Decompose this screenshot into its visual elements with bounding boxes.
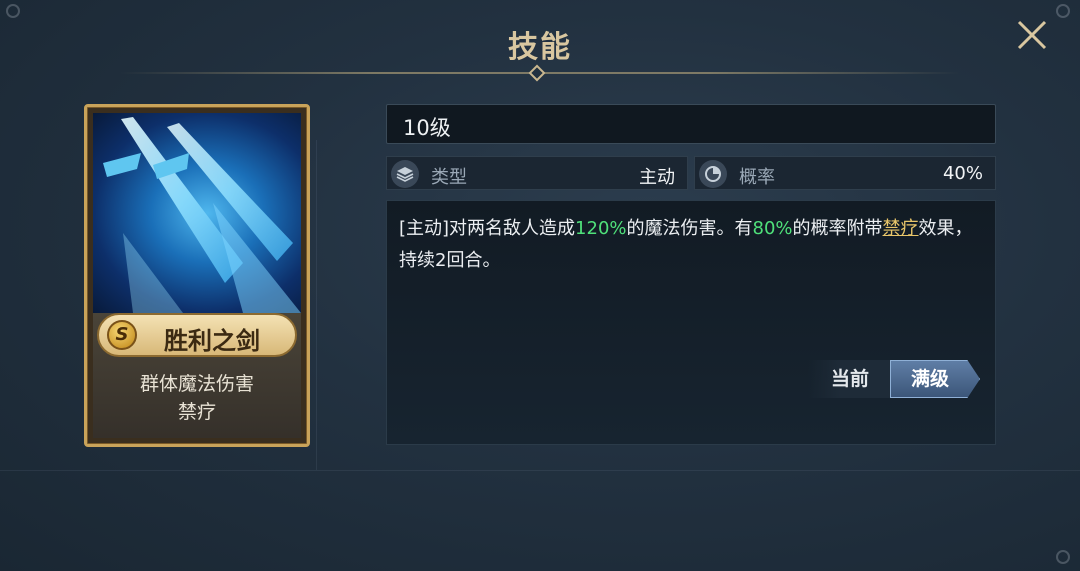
twin-crystal-swords-art [103,117,301,313]
effect-link[interactable]: 禁疗 [883,218,919,239]
close-button[interactable] [1012,18,1052,58]
background-line [0,470,1080,471]
skill-card: S 胜利之剑 群体魔法伤害 禁疗 [84,104,310,447]
skill-tag-type: 群体魔法伤害 [139,373,254,395]
window-title: 技能 [508,30,572,65]
desc-text: 的魔法伤害。有 [626,218,753,239]
toggle-current-button[interactable]: 当前 [808,360,892,398]
stat-value: 主动 [639,167,675,188]
stat-value: 40% [942,163,983,184]
title-diamond-ornament [528,64,546,82]
stat-type: 类型 主动 [386,156,688,190]
desc-text: [主动]对两名敌人造成 [399,218,576,239]
description-panel: [主动]对两名敌人造成120%的魔法伤害。有80%的概率附带禁疗效果，持续2回合… [386,200,996,445]
close-icon [1017,20,1047,50]
grade-badge: S [107,320,137,350]
corner-ornament [1056,550,1070,564]
skill-art [93,113,301,313]
skill-tag-effect: 禁疗 [177,401,216,423]
toggle-max-button[interactable]: 满级 [890,360,980,398]
layers-icon [391,160,419,188]
pie-chart-icon [699,160,727,188]
damage-value: 120% [575,218,627,239]
corner-ornament [6,4,20,18]
stat-label: 概率 [739,167,775,188]
stat-label: 类型 [431,167,467,188]
level-bar: 10级 [386,104,996,144]
chance-value: 80% [752,218,793,239]
skill-window: 技能 S 胜利之剑 群体魔法伤害 禁疗 10级 类型 主动 概率 40% [主动… [0,0,1080,571]
skill-name-plate: S 胜利之剑 [97,313,297,357]
skill-description: [主动]对两名敌人造成120%的魔法伤害。有80%的概率附带禁疗效果，持续2回合… [399,213,987,277]
skill-level: 10级 [403,116,451,140]
corner-ornament [1056,4,1070,18]
skill-name: 胜利之剑 [164,327,260,355]
stat-probability: 概率 40% [694,156,996,190]
background-line [316,140,317,470]
desc-text: 的概率附带 [792,218,883,239]
